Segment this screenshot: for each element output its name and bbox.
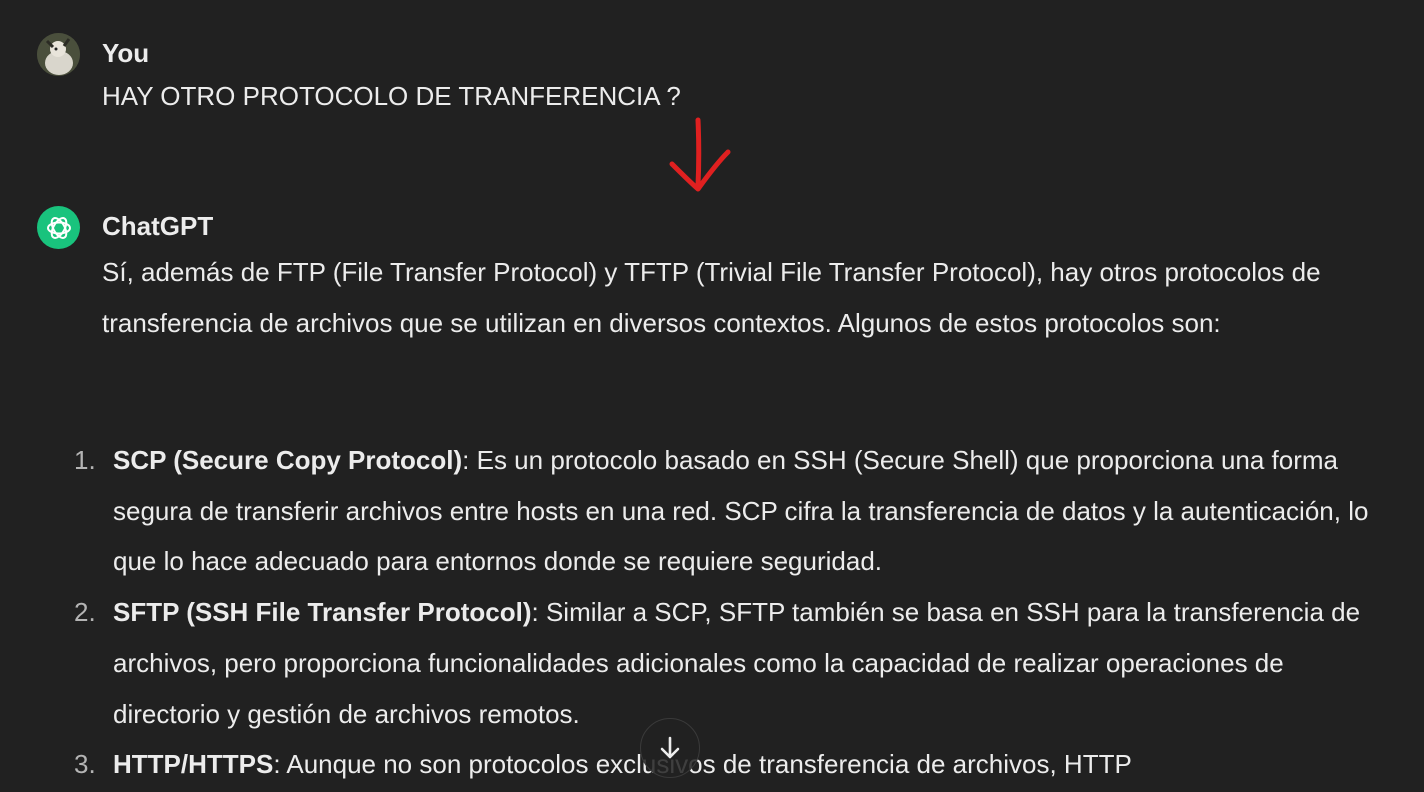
user-message-text: HAY OTRO PROTOCOLO DE TRANFERENCIA ?	[102, 81, 681, 111]
list-item-term: SFTP (SSH File Transfer Protocol)	[113, 597, 532, 628]
user-avatar	[37, 33, 80, 76]
red-down-arrow-annotation-icon	[669, 117, 731, 192]
list-item-term: HTTP/HTTPS	[113, 749, 274, 780]
assistant-intro-text: Sí, además de FTP (File Transfer Protoco…	[102, 257, 1321, 338]
list-item: 1. SCP (Secure Copy Protocol): Es un pro…	[0, 435, 1380, 587]
assistant-author-name: ChatGPT	[102, 211, 214, 241]
list-item-number: 1.	[74, 445, 96, 475]
list-item-description: : Aunque no son protocolos exclusivos de…	[273, 749, 1132, 780]
scroll-to-bottom-button[interactable]	[640, 718, 700, 778]
openai-logo-icon	[46, 216, 71, 239]
user-photo-icon	[37, 33, 80, 76]
list-item-number: 3.	[74, 749, 96, 780]
list-item: 2. SFTP (SSH File Transfer Protocol): Si…	[0, 587, 1380, 739]
list-item-number: 2.	[74, 597, 96, 628]
list-item-term: SCP (Secure Copy Protocol)	[113, 445, 463, 475]
user-author-name: You	[102, 38, 150, 68]
arrow-down-icon	[660, 736, 680, 759]
assistant-message-body: Sí, además de FTP (File Transfer Protoco…	[102, 247, 1362, 348]
chatgpt-avatar	[37, 206, 80, 249]
